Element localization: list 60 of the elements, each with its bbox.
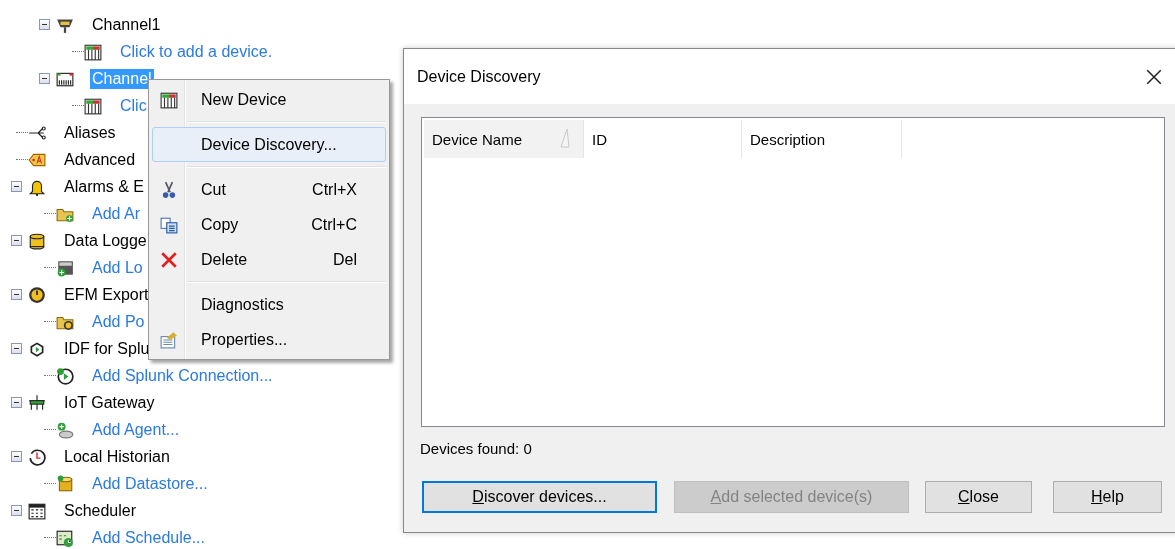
menu-item[interactable]: Diagnostics [152,287,386,322]
tree-item[interactable]: IoT Gateway [62,392,157,413]
dialog-button[interactable]: Help [1053,481,1162,513]
gauge-icon [28,285,46,304]
collapse-toggle[interactable] [38,73,50,84]
collapse-toggle[interactable] [10,235,22,246]
collapse-toggle[interactable] [10,451,22,462]
add-link[interactable]: Clic [118,95,149,116]
column-header[interactable]: Description [742,120,902,158]
menu-item[interactable]: Delete Del [152,242,386,277]
column-header[interactable]: Device Name [424,120,584,158]
tree-item[interactable]: Aliases [62,122,118,143]
tree-item[interactable]: Local Historian [62,446,172,467]
menu-item[interactable]: New Device [152,82,386,117]
dialog-button[interactable]: Discover devices... [422,481,657,513]
properties-icon [160,330,178,349]
cylinder-icon [56,474,74,493]
tree-item[interactable]: EFM Export [62,284,151,305]
column-header[interactable]: ID [584,120,742,158]
add-link[interactable]: Add Splunk Connection... [90,365,275,386]
tree-item[interactable]: Scheduler [62,500,139,521]
collapse-toggle[interactable] [10,505,22,516]
cloud-icon [56,420,74,439]
tree-item[interactable]: Data Logge [62,230,149,251]
menu-item[interactable]: Properties... [152,322,386,357]
add-link[interactable]: Add Ar [90,203,143,224]
add-link[interactable]: Add Lo [90,257,145,278]
dialog-title: Device Discovery [417,67,542,86]
copy-icon [160,215,178,234]
add-link[interactable]: Add Po [90,311,147,332]
close-icon [1145,67,1163,86]
clock-icon [28,447,46,466]
status-text: Devices found: 0 [420,440,533,457]
tree-item[interactable]: Channel1 [90,14,163,35]
play-icon [56,366,74,385]
grid-icon [84,96,102,115]
tree-item[interactable]: Advanced [62,149,138,170]
collapse-toggle[interactable] [10,343,22,354]
add-link[interactable]: Click to add a device. [118,41,275,62]
collapse-toggle[interactable] [10,181,22,192]
menu-item[interactable]: Copy Ctrl+C [152,207,386,242]
grid-icon [84,42,102,61]
collapse-toggle[interactable] [10,289,22,300]
network-icon [28,393,46,412]
calendar-icon [56,528,74,547]
add-link[interactable]: Add Schedule... [90,527,207,548]
add-link[interactable]: Add Agent... [90,419,182,440]
branch-icon [28,123,46,142]
grid-icon [160,90,178,109]
menu-item[interactable]: Device Discovery... [152,127,386,162]
collapse-toggle[interactable] [10,397,22,408]
scissors-icon [160,180,178,199]
dialog-button[interactable]: Close [925,481,1032,513]
tree-item[interactable]: IDF for Splu [62,338,152,359]
calendar-icon [28,501,46,520]
tree-item[interactable]: Alarms & E [62,176,146,197]
delete-icon [160,250,178,269]
collapse-toggle[interactable] [38,19,50,30]
menu-item[interactable]: Cut Ctrl+X [152,172,386,207]
add-link[interactable]: Add Datastore... [90,473,210,494]
